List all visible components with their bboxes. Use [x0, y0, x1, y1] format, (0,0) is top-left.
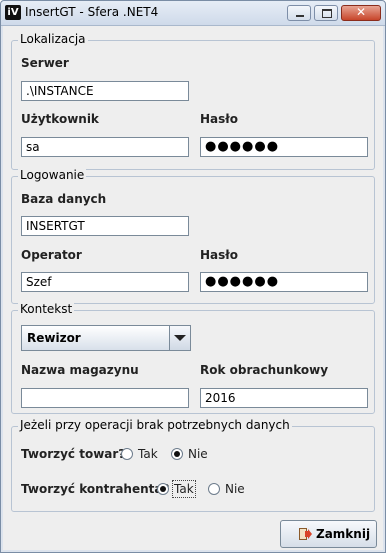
haslo-label-logowanie: Hasło: [200, 248, 238, 262]
operator-input[interactable]: Szef: [21, 272, 189, 292]
operator-label: Operator: [21, 248, 82, 262]
haslo-password-field-lokalizacja[interactable]: ●●●●●●: [200, 137, 368, 157]
rok-obrachunkowy-label: Rok obrachunkowy: [200, 363, 329, 377]
kontrahent-nie-radio[interactable]: [208, 483, 220, 495]
group-lokalizacja: Lokalizacja Serwer .\INSTANCE Użytkownik…: [11, 32, 375, 170]
nazwa-magazynu-input[interactable]: [21, 388, 189, 408]
towar-tak-label[interactable]: Tak: [138, 447, 158, 461]
minimize-icon: [296, 15, 304, 17]
haslo-password-field-logowanie[interactable]: ●●●●●●: [200, 272, 368, 292]
window-title: InsertGT - Sfera .NET4: [25, 5, 159, 19]
zamknij-button-label: Zamknij: [316, 527, 371, 541]
towar-nie-label[interactable]: Nie: [188, 447, 208, 461]
towar-nie-radio[interactable]: [171, 448, 183, 460]
tworzyc-kontrahenta-label: Tworzyć kontrahenta?: [21, 482, 170, 496]
group-kontekst: Kontekst Rewizor Nazwa magazynu Rok obra…: [11, 302, 375, 414]
kontekst-dropdown-value: Rewizor: [27, 331, 81, 345]
group-title-logowanie: Logowanie: [18, 168, 87, 182]
app-logo-icon: iV: [5, 5, 21, 20]
group-title-brak-danych: Jeżeli przy operacji brak potrzebnych da…: [18, 418, 292, 432]
group-brak-danych: Jeżeli przy operacji brak potrzebnych da…: [11, 418, 375, 512]
group-title-lokalizacja: Lokalizacja: [18, 32, 88, 46]
kontrahent-tak-radio[interactable]: [157, 483, 169, 495]
haslo-label-lokalizacja: Hasło: [200, 112, 238, 126]
uzytkownik-label: Użytkownik: [21, 112, 99, 126]
baza-danych-input[interactable]: INSERTGT: [21, 216, 189, 236]
rok-obrachunkowy-input[interactable]: 2016: [200, 388, 368, 408]
maximize-button[interactable]: [314, 5, 338, 21]
towar-tak-radio[interactable]: [121, 448, 133, 460]
baza-danych-label: Baza danych: [21, 192, 107, 206]
minimize-button[interactable]: [287, 5, 311, 21]
dialog-content: Lokalizacja Serwer .\INSTANCE Użytkownik…: [3, 26, 383, 550]
serwer-input[interactable]: .\INSTANCE: [21, 81, 189, 101]
kontekst-dropdown[interactable]: Rewizor: [21, 325, 191, 351]
uzytkownik-input[interactable]: sa: [21, 137, 189, 157]
nazwa-magazynu-label: Nazwa magazynu: [21, 363, 139, 377]
app-window: iV InsertGT - Sfera .NET4 ✕ Lokalizacja …: [0, 0, 386, 553]
tworzyc-towar-label: Tworzyć towar?: [21, 447, 126, 461]
serwer-label: Serwer: [21, 56, 69, 70]
maximize-icon: [322, 9, 332, 18]
exit-door-icon: [299, 528, 312, 540]
kontrahent-tak-label[interactable]: Tak: [172, 480, 196, 498]
group-logowanie: Logowanie Baza danych INSERTGT Operator …: [11, 168, 375, 304]
kontrahent-nie-label[interactable]: Nie: [225, 482, 245, 496]
title-bar[interactable]: iV InsertGT - Sfera .NET4 ✕: [1, 1, 385, 26]
zamknij-button[interactable]: Zamknij: [280, 520, 377, 548]
close-window-button[interactable]: ✕: [341, 5, 381, 21]
close-icon: ✕: [355, 5, 367, 19]
group-title-kontekst: Kontekst: [18, 302, 75, 316]
chevron-down-icon: [174, 335, 186, 341]
dropdown-button[interactable]: [169, 326, 190, 350]
